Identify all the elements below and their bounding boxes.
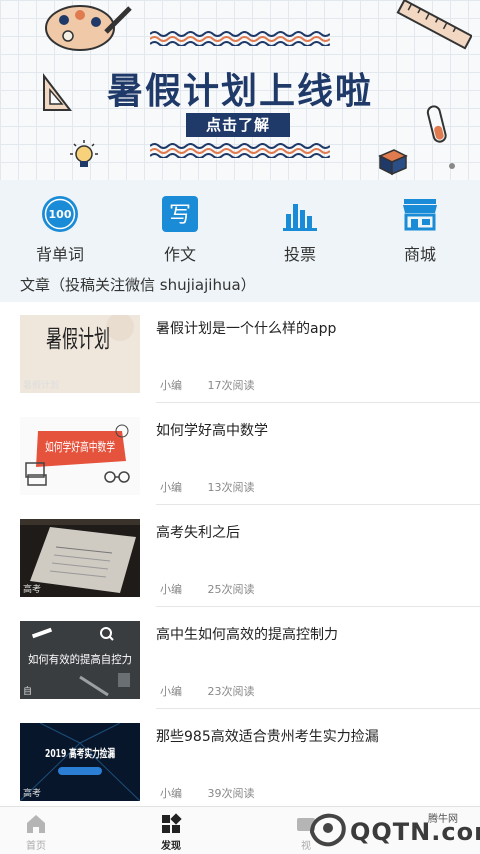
article-title[interactable]: 高中生如何高效的提高控制力 <box>156 624 338 644</box>
article-read-count: 39次阅读 <box>207 787 255 800</box>
list-item[interactable]: 如何有效的提高自控力 自 高中生如何高效的提高控制力 小编 23次阅读 <box>0 608 480 710</box>
ruler-icon <box>396 0 472 50</box>
article-meta: 小编 17次阅读 <box>160 377 255 393</box>
article-thumbnail: 如何有效的提高自控力 自 <box>20 621 140 699</box>
thumbnail-graphic: 如何有效的提高自控力 <box>28 627 132 697</box>
thumbnail-graphic: 如何学好高中数学 <box>25 424 130 486</box>
light-bulb-icon <box>70 140 98 167</box>
quick-nav: 100 背单词 写 作文 投票 商城 <box>0 180 480 272</box>
tab-home[interactable]: 首页 <box>3 807 69 854</box>
nav-composition[interactable]: 写 作文 <box>120 180 240 272</box>
article-read-count: 25次阅读 <box>207 583 255 596</box>
article-author: 小编 <box>160 685 182 698</box>
thumbnail-caption: 高考 <box>23 585 42 595</box>
thumbnail-caption: 暑假计划 <box>23 381 60 391</box>
article-read-count: 13次阅读 <box>207 481 255 494</box>
nav-label-store: 商城 <box>403 245 436 264</box>
article-title[interactable]: 那些985高效适合贵州考生实力捡漏 <box>156 726 379 746</box>
article-read-count: 23次阅读 <box>207 685 255 698</box>
thumbnail-caption: 自 <box>23 687 33 697</box>
svg-text:2019 高考实力捡漏: 2019 高考实力捡漏 <box>45 746 115 760</box>
list-item[interactable]: 2019 高考实力捡漏 高考 那些985高效适合贵州考生实力捡漏 小编 39次阅… <box>0 710 480 812</box>
svg-text:写: 写 <box>169 203 191 228</box>
thumbnail-caption: 高考 <box>23 789 42 799</box>
wave-decoration-top <box>150 31 330 46</box>
video-icon <box>297 818 315 831</box>
summer-plan-banner[interactable]: 暑假计划上线啦 点击了解 <box>0 0 480 180</box>
article-meta: 小编 23次阅读 <box>160 683 255 699</box>
badge-100-icon: 100 <box>40 194 80 234</box>
nav-store[interactable]: 商城 <box>360 180 480 272</box>
article-author: 小编 <box>160 787 182 800</box>
article-title[interactable]: 暑假计划是一个什么样的app <box>156 318 336 338</box>
nav-vocabulary[interactable]: 100 背单词 <box>0 180 120 272</box>
section-title: 文章（投稿关注微信 shujiajihua） <box>0 272 480 302</box>
article-thumbnail: 如何学好高中数学 <box>20 417 140 495</box>
svg-text:如何有效的提高自控力: 如何有效的提高自控力 <box>28 652 132 666</box>
bottom-tab-bar: 首页 发现 视 <box>0 806 480 854</box>
svg-text:100: 100 <box>49 208 72 221</box>
divider <box>156 402 480 403</box>
wave-decoration-bottom <box>150 143 330 158</box>
article-read-count: 17次阅读 <box>207 379 255 392</box>
nav-label-composition: 作文 <box>163 245 196 264</box>
svg-text:暑假计划: 暑假计划 <box>46 325 110 353</box>
article-thumbnail: 暑假计划 暑假计划 <box>20 315 140 393</box>
article-thumbnail: 2019 高考实力捡漏 高考 <box>20 723 140 801</box>
article-author: 小编 <box>160 583 182 596</box>
article-title[interactable]: 高考失利之后 <box>156 522 240 542</box>
palette-icon <box>45 5 132 51</box>
article-author: 小编 <box>160 379 182 392</box>
write-icon: 写 <box>160 194 200 234</box>
nav-label-vocabulary: 背单词 <box>35 245 84 264</box>
book-icon <box>378 149 408 176</box>
home-icon <box>27 815 45 833</box>
tab-discover[interactable]: 发现 <box>138 807 204 854</box>
svg-text:如何学好高中数学: 如何学好高中数学 <box>45 439 115 454</box>
article-author: 小编 <box>160 481 182 494</box>
tab-label-video: 视 <box>301 841 311 852</box>
learn-more-button[interactable]: 点击了解 <box>186 113 290 137</box>
divider <box>156 708 480 709</box>
article-thumbnail: 高考 <box>20 519 140 597</box>
article-list: 暑假计划 暑假计划 暑假计划是一个什么样的app 小编 17次阅读 如何学好高中… <box>0 302 480 812</box>
nav-vote[interactable]: 投票 <box>240 180 360 272</box>
article-title[interactable]: 如何学好高中数学 <box>156 420 268 440</box>
divider <box>156 504 480 505</box>
nav-label-vote: 投票 <box>283 245 316 264</box>
tab-label-discover: 发现 <box>161 841 181 852</box>
bar-chart-icon <box>280 194 320 234</box>
article-meta: 小编 13次阅读 <box>160 479 255 495</box>
article-meta: 小编 39次阅读 <box>160 785 255 801</box>
list-item[interactable]: 高考 高考失利之后 小编 25次阅读 <box>0 506 480 608</box>
divider <box>156 606 480 607</box>
tab-video[interactable]: 视 <box>273 807 339 854</box>
article-meta: 小编 25次阅读 <box>160 581 255 597</box>
list-item[interactable]: 暑假计划 暑假计划 暑假计划是一个什么样的app 小编 17次阅读 <box>0 302 480 404</box>
grid-icon <box>162 813 182 833</box>
dot-decoration-icon <box>449 163 455 169</box>
banner-title: 暑假计划上线啦 <box>106 70 373 112</box>
list-item[interactable]: 如何学好高中数学 如何学好高中数学 小编 13次阅读 <box>0 404 480 506</box>
tab-label-home: 首页 <box>26 841 46 852</box>
store-icon <box>400 194 440 234</box>
